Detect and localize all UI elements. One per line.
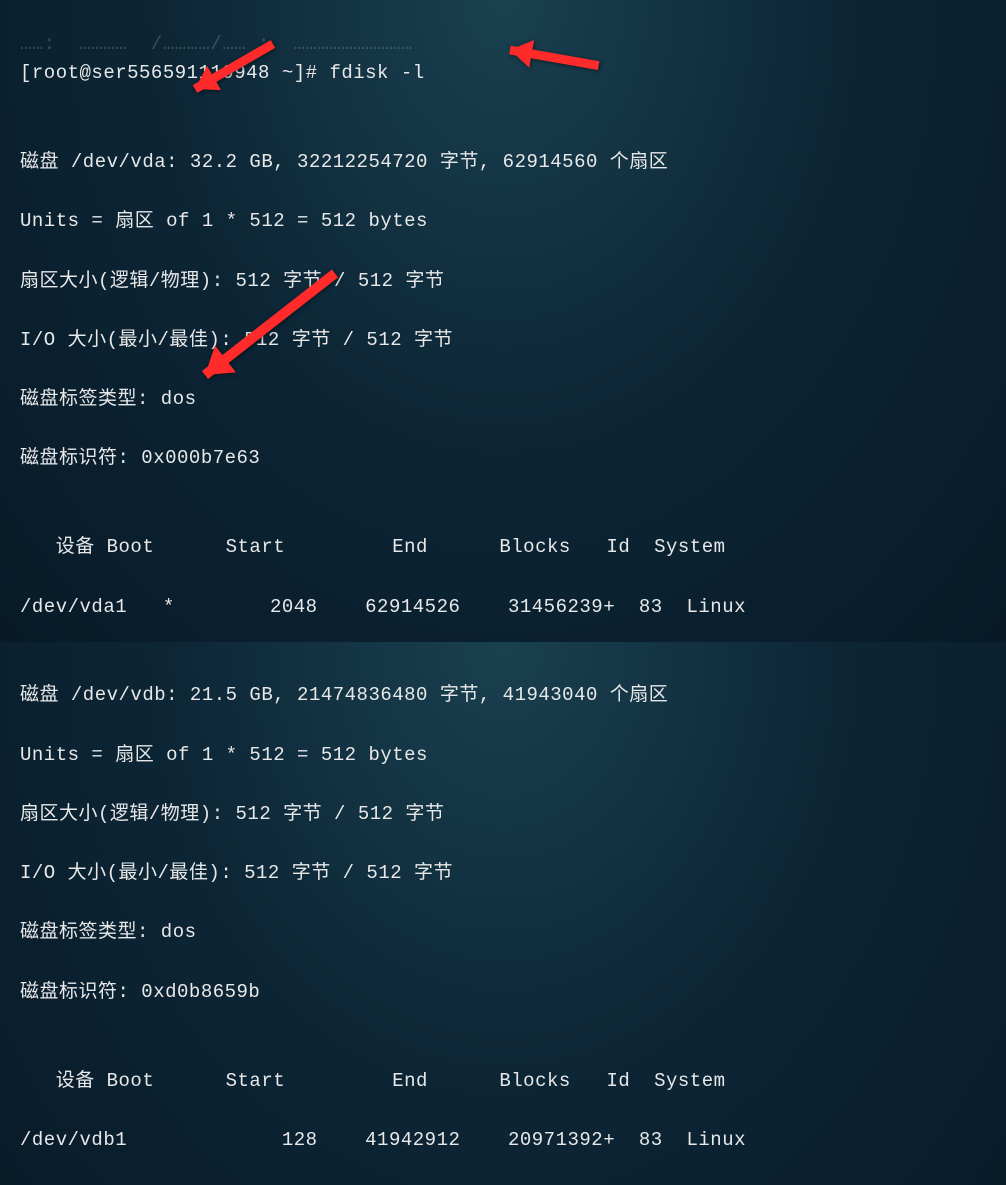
disk1-label-type: 磁盘标签类型: dos — [20, 385, 1006, 415]
disk2-units: Units = 扇区 of 1 * 512 = 512 bytes — [20, 741, 1006, 771]
disk2-partition-row: /dev/vdb1 128 41942912 20971392+ 83 Linu… — [20, 1126, 1006, 1156]
disk1-units: Units = 扇区 of 1 * 512 = 512 bytes — [20, 207, 1006, 237]
disk1-table-header: 设备 Boot Start End Blocks Id System — [20, 533, 1006, 563]
disk2-io-size: I/O 大小(最小/最佳): 512 字节 / 512 字节 — [20, 859, 1006, 889]
annotation-arrow-vdb — [190, 260, 390, 411]
disk1-identifier: 磁盘标识符: 0x000b7e63 — [20, 444, 1006, 474]
disk1-partition-row: /dev/vda1 * 2048 62914526 31456239+ 83 L… — [20, 593, 1006, 623]
annotation-arrow-vda — [180, 34, 300, 125]
disk2-label-type: 磁盘标签类型: dos — [20, 918, 1006, 948]
disk2-header: 磁盘 /dev/vdb: 21.5 GB, 21474836480 字节, 41… — [20, 681, 1006, 711]
annotation-arrow-fdisk — [500, 20, 620, 91]
disk1-header: 磁盘 /dev/vda: 32.2 GB, 32212254720 字节, 62… — [20, 148, 1006, 178]
disk2-table-header: 设备 Boot Start End Blocks Id System — [20, 1067, 1006, 1097]
disk1-sector-size: 扇区大小(逻辑/物理): 512 字节 / 512 字节 — [20, 267, 1006, 297]
terminal-output: ……: ………… /…………/…… : …………………………[root@ser5… — [0, 0, 1006, 1185]
disk2-identifier: 磁盘标识符: 0xd0b8659b — [20, 978, 1006, 1008]
disk2-sector-size: 扇区大小(逻辑/物理): 512 字节 / 512 字节 — [20, 800, 1006, 830]
disk1-io-size: I/O 大小(最小/最佳): 512 字节 / 512 字节 — [20, 326, 1006, 356]
command-text[interactable]: fdisk -l — [329, 62, 424, 84]
